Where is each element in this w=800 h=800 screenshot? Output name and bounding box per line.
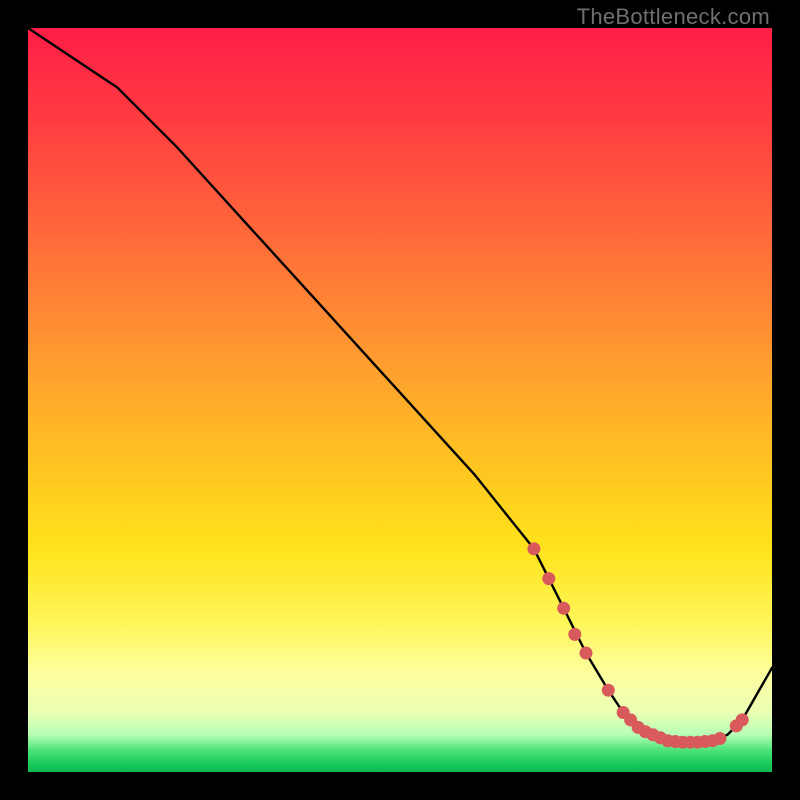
highlight-dot (602, 684, 615, 697)
highlight-dot (736, 713, 749, 726)
highlight-dot (713, 732, 726, 745)
bottleneck-curve (28, 28, 772, 742)
highlight-dot (580, 647, 593, 660)
chart-svg (28, 28, 772, 772)
highlight-dot (568, 628, 581, 641)
highlight-dot (527, 542, 540, 555)
watermark-text: TheBottleneck.com (577, 4, 770, 30)
highlight-dots-group (527, 542, 748, 748)
chart-frame: TheBottleneck.com (0, 0, 800, 800)
highlight-dot (542, 572, 555, 585)
plot-area (28, 28, 772, 772)
highlight-dot (557, 602, 570, 615)
